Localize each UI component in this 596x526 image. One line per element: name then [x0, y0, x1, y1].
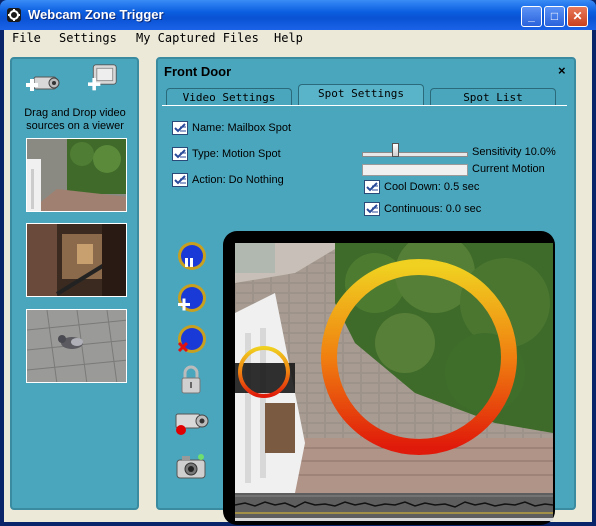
viewer-title: Front Door	[164, 64, 232, 79]
tab-spot-settings[interactable]: Spot Settings	[298, 84, 424, 105]
app-icon	[7, 8, 21, 22]
front-porch-thumbnail[interactable]	[26, 138, 127, 212]
edit-action-icon[interactable]	[172, 173, 188, 188]
motion-waveform	[235, 493, 553, 521]
edit-continuous-icon[interactable]	[364, 202, 380, 217]
add-capture-device-icon[interactable]	[84, 63, 122, 93]
continuous-row[interactable]: Continuous: 0.0 sec	[364, 201, 481, 217]
spot-type-row[interactable]: Type: Motion Spot	[172, 146, 281, 162]
viewer-close-button[interactable]: ×	[558, 63, 566, 78]
client-area: File Settings My Captured Files Help Dra…	[4, 30, 592, 525]
window-title: Webcam Zone Trigger	[28, 7, 164, 22]
edit-name-icon[interactable]	[172, 121, 188, 136]
continuous-label: Continuous: 0.0 sec	[384, 203, 482, 215]
close-button[interactable]: ✕	[567, 6, 588, 27]
delete-spot-icon[interactable]	[174, 323, 208, 355]
maximize-button[interactable]: □	[544, 6, 565, 27]
spot-action-row[interactable]: Action: Do Nothing	[172, 172, 284, 188]
pause-spot-icon[interactable]	[174, 240, 208, 272]
tab-spot-list[interactable]: Spot List	[430, 88, 556, 106]
spot-name-label: Name: Mailbox Spot	[192, 122, 292, 134]
menu-help[interactable]: Help	[274, 31, 303, 45]
spot-type-label: Type: Motion Spot	[192, 148, 281, 160]
menu-settings[interactable]: Settings	[59, 31, 117, 45]
drag-drop-instructions: Drag and Drop video sources on a viewer	[24, 107, 126, 132]
camera-viewer-panel: Front Door × Video Settings Spot Setting…	[156, 57, 576, 525]
snapshot-camera-icon[interactable]	[174, 451, 208, 483]
pigeon-thumbnail[interactable]	[26, 309, 127, 383]
menu-bar: File Settings My Captured Files Help	[4, 30, 592, 48]
add-camera-icon[interactable]	[24, 69, 62, 99]
menu-my-captured-files[interactable]: My Captured Files	[136, 31, 259, 45]
menu-file[interactable]: File	[12, 31, 41, 45]
cool-down-label: Cool Down: 0.5 sec	[384, 181, 480, 193]
add-spot-icon[interactable]	[174, 282, 208, 314]
app-window: Webcam Zone Trigger _ □ ✕ File Settings …	[0, 0, 596, 526]
record-camera-icon[interactable]	[172, 406, 212, 438]
cool-down-row[interactable]: Cool Down: 0.5 sec	[364, 179, 479, 195]
spot-name-row[interactable]: Name: Mailbox Spot	[172, 120, 291, 136]
tab-video-settings[interactable]: Video Settings	[166, 88, 292, 106]
video-source-panel: Drag and Drop video sources on a viewer	[10, 57, 139, 510]
minimize-button[interactable]: _	[521, 6, 542, 27]
sensitivity-slider-track[interactable]	[362, 152, 468, 157]
stairway-thumbnail[interactable]	[26, 223, 127, 297]
current-motion-meter	[362, 164, 468, 176]
spot-action-label: Action: Do Nothing	[192, 174, 284, 186]
lock-icon[interactable]	[174, 364, 208, 396]
edit-type-icon[interactable]	[172, 147, 188, 162]
current-motion-label: Current Motion	[472, 163, 545, 175]
title-bar[interactable]: Webcam Zone Trigger _ □ ✕	[0, 0, 596, 30]
live-video-feed[interactable]	[235, 243, 553, 493]
edit-cool-down-icon[interactable]	[364, 180, 380, 195]
sensitivity-label: Sensitivity 10.0%	[472, 146, 556, 158]
sensitivity-slider-thumb[interactable]	[392, 143, 399, 157]
tab-divider	[162, 105, 567, 106]
